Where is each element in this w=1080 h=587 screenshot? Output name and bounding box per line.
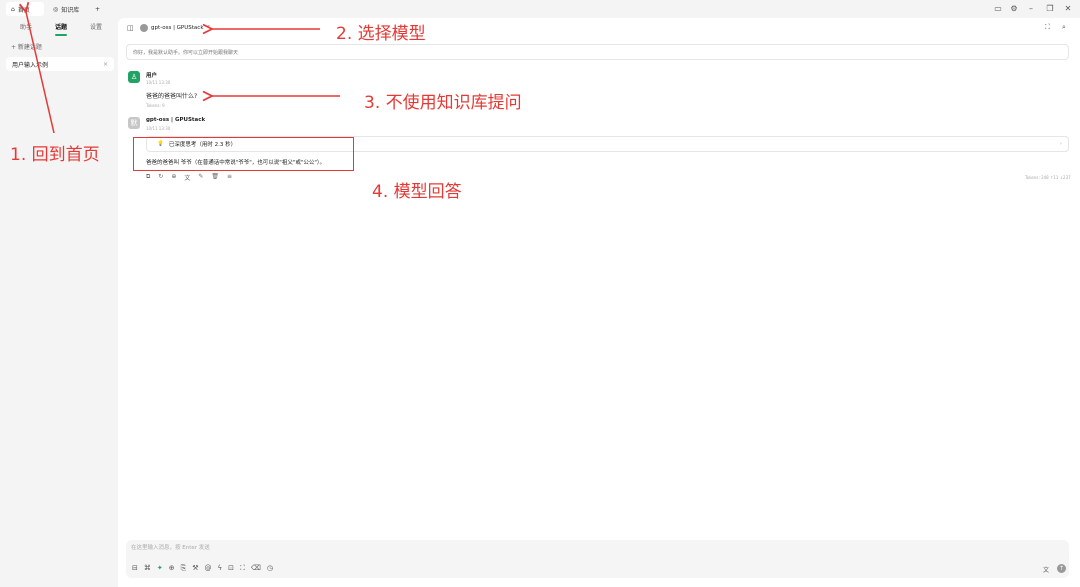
annotation-home: 1. 回到首页	[10, 145, 100, 165]
annotation-question: 3. 不使用知识库提问	[364, 93, 522, 113]
annotation-arrows	[0, 0, 340, 134]
annotation-model: 2. 选择模型	[336, 24, 426, 44]
annotation-answer: 4. 模型回答	[372, 182, 462, 202]
arrow-home	[26, 12, 55, 134]
